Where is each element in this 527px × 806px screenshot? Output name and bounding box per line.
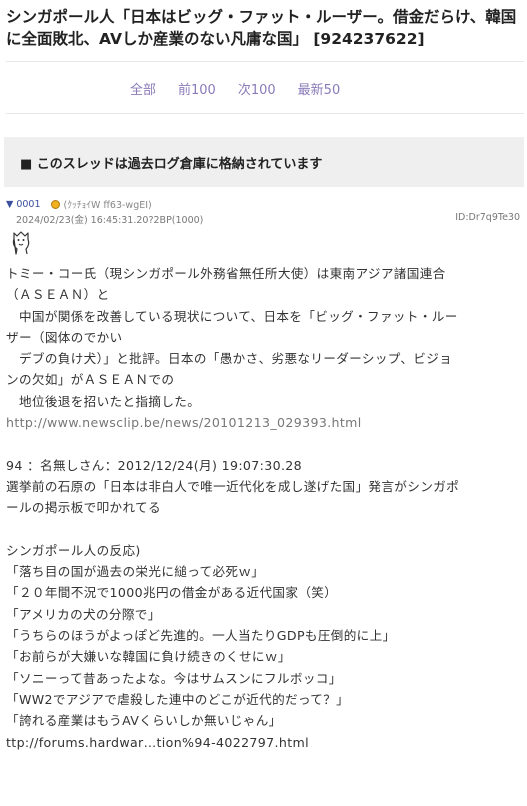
- post-line: 「アメリカの犬の分際で」: [6, 606, 161, 622]
- post-line: 「２０年間不況で1000兆円の借金がある近代国家（笑）: [6, 585, 338, 601]
- post-collapse-icon[interactable]: ▼: [6, 199, 13, 210]
- post-line: 選挙前の石原の「日本は非白人で唯一近代化を成し遂げた国」発言がシンガポ: [6, 478, 460, 494]
- title-divider: [6, 61, 524, 62]
- post-header: ▼ 0001 (ｸｯﾁｮｲW ff63-wgEI) 2024/02/23(金) …: [6, 198, 520, 227]
- thread-title: シンガポール人「日本はビッグ・ファット・ルーザー。借金だらけ、韓国に全面敗北、A…: [6, 8, 517, 48]
- post-line: （ＡＳＥＡＮ）と: [6, 287, 110, 303]
- post-body: トミー・コー氏（現シンガポール外務省無任所大使）は東南アジア諸国連合 （ＡＳＥＡ…: [6, 263, 518, 753]
- be-icon: [12, 231, 30, 255]
- post-line: シンガポール人の反応): [6, 542, 141, 558]
- post-line: デブの負け犬）」と批評。日本の「愚かさ、劣悪なリーダーシップ、ビジョ: [6, 351, 453, 367]
- nav-all-link[interactable]: 全部: [130, 79, 156, 98]
- be-badge-icon: [50, 199, 60, 209]
- post-line: [6, 433, 518, 454]
- archive-notice-text: ■ このスレッドは過去ログ倉庫に格納されています: [20, 156, 323, 172]
- post-line: 「うちらのほうがよっぽど先進的。一人当たりGDPも圧倒的に上」: [6, 628, 396, 644]
- post-line: 「WW2でアジアで虐殺した連中のどこが近代的だって？」: [6, 691, 350, 707]
- post-number[interactable]: 0001: [16, 199, 40, 210]
- nav-next100-link[interactable]: 次100: [238, 79, 276, 98]
- post-line: 中国が関係を改善している現状について、日本を「ビッグ・ファット・ルー: [6, 308, 458, 324]
- post-line: ザー（図体のでかい: [6, 329, 123, 345]
- post-line: [6, 519, 518, 540]
- post-line: 地位後退を招いたと指摘した。: [6, 393, 201, 409]
- post-line: 「お前らが大嫌いな韓国に負け続きのくせにｗ」: [6, 649, 291, 665]
- post-id[interactable]: ID:Dr7q9Te30: [455, 212, 520, 224]
- nav-latest50-link[interactable]: 最新50: [298, 79, 341, 98]
- post-line: 「ソニーって昔あったよな。今はサムスンにフルボッコ」: [6, 670, 342, 686]
- post-line: 「落ち目の国が過去の栄光に縋って必死ｗ」: [6, 564, 265, 580]
- poster-name: (ｸｯﾁｮｲW ff63-wgEI): [63, 200, 152, 211]
- post-line: 「誇れる産業はもうAVくらいしか無いじゃん」: [6, 713, 282, 729]
- source-link[interactable]: http://www.newsclip.be/news/20101213_029…: [6, 412, 518, 433]
- nav-prev100-link[interactable]: 前100: [178, 79, 216, 98]
- quoted-post-header: 94 ：名無しさん：2012/12/24(月) 19:07:30.28: [6, 457, 303, 473]
- post-date: 2024/02/23(金) 16:45:31.20?2BP(1000): [16, 215, 204, 226]
- post-line: ンの欠如」がＡＳＥＡＮでの: [6, 372, 175, 388]
- thread-nav: 全部 前100 次100 最新50: [130, 79, 362, 98]
- source-link[interactable]: ttp://forums.hardwar…tion%94-4022797.htm…: [6, 732, 518, 753]
- nav-divider: [6, 113, 524, 114]
- post-line: トミー・コー氏（現シンガポール外務省無任所大使）は東南アジア諸国連合: [6, 266, 446, 281]
- post-line: ールの掲示板で叩かれてる: [6, 500, 161, 516]
- archive-notice: ■ このスレッドは過去ログ倉庫に格納されています: [4, 137, 524, 187]
